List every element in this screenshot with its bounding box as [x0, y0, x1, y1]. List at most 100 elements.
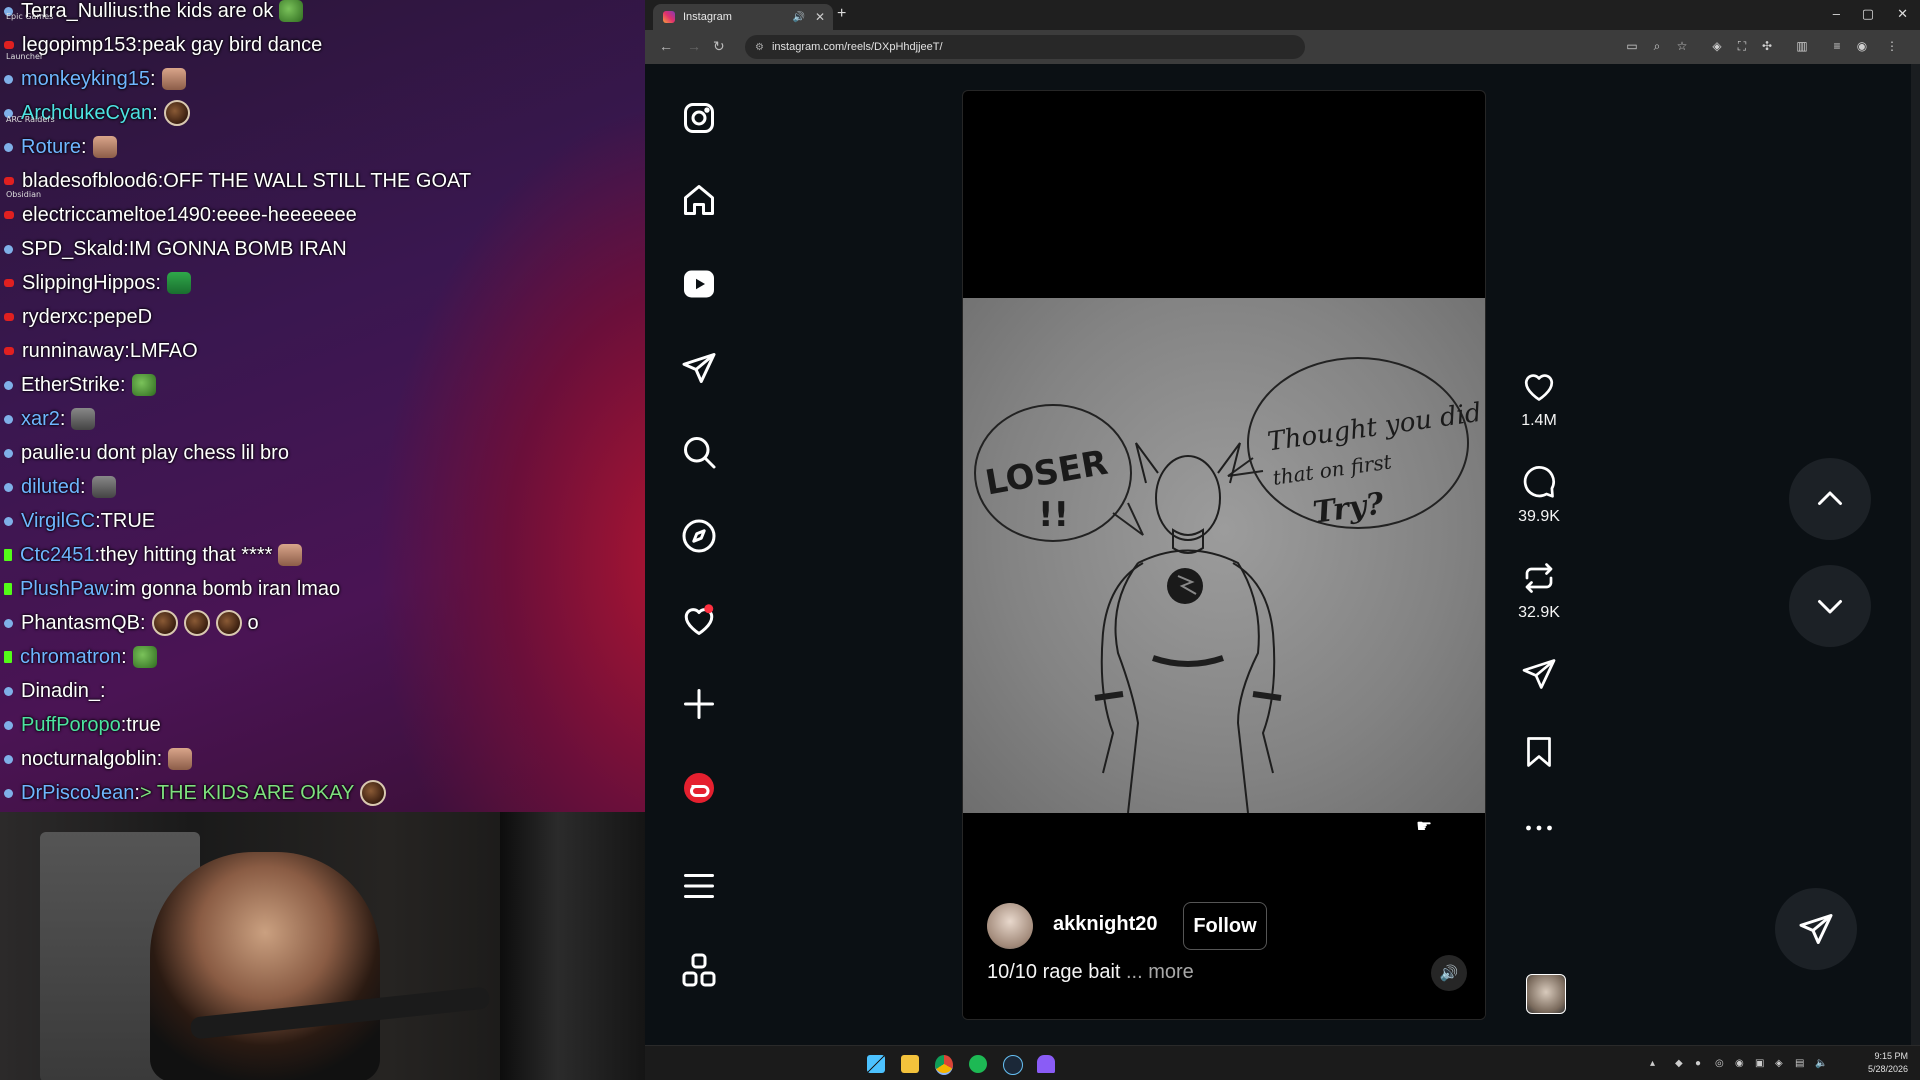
messages-icon[interactable] — [681, 350, 717, 386]
audio-thumbnail[interactable] — [1526, 974, 1566, 1014]
maximize-button[interactable]: ▢ — [1862, 6, 1874, 22]
volume-icon[interactable]: 🔈 — [1815, 1058, 1827, 1069]
chat-username: Dinadin_ — [21, 679, 100, 702]
platform-badge-icon — [4, 651, 12, 663]
obsidian-icon[interactable] — [1037, 1055, 1055, 1073]
tab-instagram[interactable]: Instagram 🔊 ✕ — [653, 4, 833, 30]
messages-fab-button[interactable] — [1775, 888, 1857, 970]
network-icon[interactable]: ▤ — [1795, 1058, 1805, 1069]
tray-icon[interactable]: ◆ — [1675, 1058, 1685, 1069]
platform-badge-icon — [4, 482, 13, 492]
tray-icon[interactable]: ▴ — [1650, 1058, 1660, 1069]
tray-icon[interactable]: ◎ — [1715, 1058, 1725, 1069]
audio-toggle-icon[interactable]: 🔊 — [1431, 955, 1467, 991]
chat-username: PuffPoropo — [21, 713, 121, 736]
instagram-page: LOSER !! Thought you did that on first T… — [645, 64, 1915, 1045]
platform-badge-icon — [4, 313, 14, 321]
more-options-action[interactable] — [1511, 810, 1567, 854]
url-text: instagram.com/reels/DXpHhdjjeeT/ — [771, 41, 943, 53]
extension-icon[interactable]: ⛶ — [1735, 39, 1749, 53]
tray-icon[interactable]: ◈ — [1775, 1058, 1785, 1069]
tab-audio-icon[interactable]: 🔊 — [792, 12, 804, 23]
start-windows-icon[interactable] — [867, 1055, 885, 1073]
profile-icon[interactable]: ◉ — [1855, 39, 1869, 53]
system-clock[interactable]: 9:15 PM 5/28/2026 — [1868, 1050, 1908, 1076]
threads-icon[interactable] — [681, 770, 717, 806]
author-username[interactable]: akknight20 — [1053, 913, 1157, 936]
steam-icon[interactable] — [1003, 1055, 1023, 1075]
platform-badge-icon — [4, 788, 13, 798]
chat-emote-icon — [279, 0, 304, 22]
chat-username: diluted — [21, 475, 80, 498]
zoom-icon[interactable]: ⌕ — [1650, 39, 1664, 53]
forward-arrow-icon[interactable]: → — [687, 38, 701, 54]
chat-text: im gonna bomb iran lmao — [114, 577, 341, 600]
previous-reel-button[interactable] — [1789, 458, 1871, 540]
search-icon[interactable] — [681, 434, 717, 470]
comment-count: 39.9K — [1518, 508, 1560, 525]
desktop-icon-label[interactable]: ARC Raiders — [6, 115, 55, 124]
extensions-puzzle-icon[interactable]: ✣ — [1760, 39, 1774, 53]
home-icon[interactable] — [681, 182, 717, 218]
new-tab-button[interactable]: + — [837, 5, 846, 23]
clock-time: 9:15 PM — [1874, 1051, 1908, 1061]
reload-icon[interactable]: ↻ — [713, 38, 725, 55]
chat-message: paulie: u dont play chess lil bro — [4, 437, 289, 469]
reels-icon[interactable] — [681, 266, 717, 302]
comment-action[interactable]: 39.9K — [1511, 464, 1567, 526]
tray-icon[interactable]: ▣ — [1755, 1058, 1765, 1069]
chat-message: Ctc2451: they hitting that **** — [4, 539, 303, 571]
chat-emote-icon — [91, 476, 116, 498]
reel-video[interactable]: LOSER !! Thought you did that on first T… — [962, 90, 1486, 1020]
repost-icon[interactable] — [1521, 560, 1557, 596]
repost-action[interactable]: 32.9K — [1511, 560, 1567, 622]
follow-button[interactable]: Follow — [1183, 902, 1267, 950]
side-panel-icon[interactable]: ▥ — [1795, 39, 1809, 53]
more-menu-icon[interactable] — [681, 868, 717, 904]
explore-compass-icon[interactable] — [681, 518, 717, 554]
save-action[interactable] — [1511, 734, 1567, 778]
tab-close-icon[interactable]: ✕ — [815, 10, 825, 24]
bookmark-star-icon[interactable]: ☆ — [1675, 39, 1689, 53]
desktop-icon-label[interactable]: Epic Games — [6, 12, 53, 21]
chat-message: ryderxc: pepeD — [4, 301, 152, 333]
also-from-meta-icon[interactable] — [681, 952, 717, 988]
bookmark-icon[interactable] — [1521, 734, 1557, 770]
tray-icon[interactable]: ● — [1695, 1058, 1705, 1069]
desktop-icon-label[interactable]: Obsidian — [6, 190, 41, 199]
desktop-icon-label[interactable]: Launcher — [6, 52, 43, 61]
media-controls-icon[interactable]: ≡ — [1830, 39, 1844, 53]
create-plus-icon[interactable] — [681, 686, 717, 722]
chat-username: nocturnalgoblin — [21, 747, 157, 770]
minimize-button[interactable]: – — [1833, 6, 1840, 21]
file-explorer-icon[interactable] — [901, 1055, 919, 1073]
back-arrow-icon[interactable]: ← — [659, 38, 673, 54]
ellipsis-icon[interactable] — [1521, 810, 1557, 846]
chat-text: they hitting that **** — [100, 543, 273, 566]
extension-icon[interactable]: ◈ — [1710, 39, 1724, 53]
heart-icon[interactable] — [1521, 368, 1557, 404]
share-icon[interactable] — [1521, 656, 1557, 692]
chrome-icon[interactable] — [935, 1055, 953, 1075]
chat-username: DrPiscoJean — [21, 781, 135, 804]
author-avatar[interactable] — [987, 903, 1033, 949]
chat-username: Ctc2451 — [20, 543, 95, 566]
notifications-heart-icon[interactable] — [681, 602, 717, 638]
tab-bar: Instagram 🔊 ✕ + – ▢ ✕ — [645, 0, 1920, 30]
caption-more-link[interactable]: ... more — [1126, 961, 1194, 983]
site-info-icon[interactable]: ⚙ — [755, 42, 764, 53]
comment-icon[interactable] — [1521, 464, 1557, 500]
next-reel-button[interactable] — [1789, 565, 1871, 647]
instagram-favicon-icon — [663, 11, 675, 23]
like-action[interactable]: 1.4M — [1511, 368, 1567, 430]
close-window-button[interactable]: ✕ — [1897, 6, 1908, 22]
install-app-icon[interactable]: ▭ — [1625, 39, 1639, 53]
instagram-logo-icon[interactable] — [681, 100, 717, 136]
address-bar[interactable]: ⚙ instagram.com/reels/DXpHhdjjeeT/ — [745, 35, 1305, 59]
tray-icon[interactable]: ◉ — [1735, 1058, 1745, 1069]
browser-menu-icon[interactable]: ⋮ — [1885, 39, 1899, 53]
page-scrollbar[interactable] — [1911, 64, 1920, 1045]
share-action[interactable] — [1511, 656, 1567, 700]
spotify-icon[interactable] — [969, 1055, 987, 1073]
chat-text: LMFAO — [129, 339, 198, 362]
